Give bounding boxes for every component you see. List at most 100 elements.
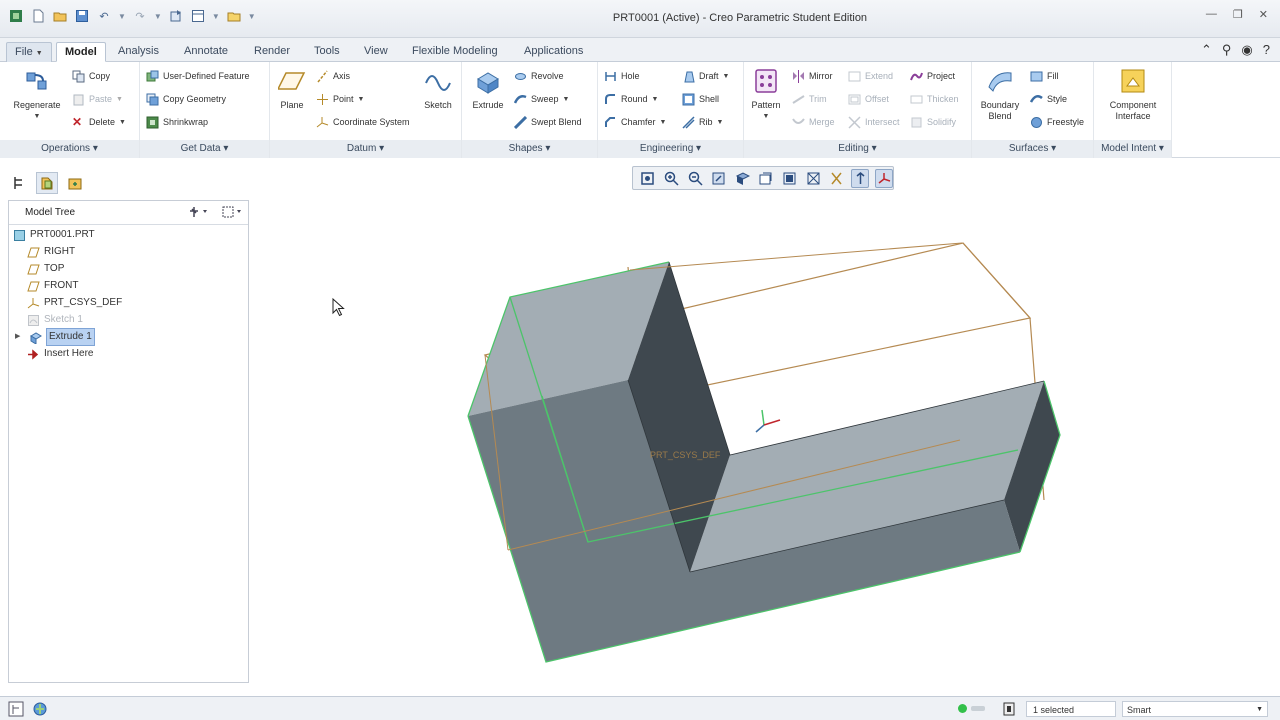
group-operations-label[interactable]: Operations ▾ (0, 140, 139, 158)
coordinate-system-button[interactable]: Coordinate System (316, 114, 410, 130)
round-button[interactable]: Round ▼ (604, 91, 658, 107)
selection-buffer-icon[interactable] (1002, 701, 1016, 720)
regenerate-button[interactable]: Regenerate ▼ (12, 66, 62, 122)
repaint-icon[interactable] (710, 169, 728, 188)
hole-button[interactable]: Hole (604, 68, 640, 84)
group-datum-label[interactable]: Datum ▾ (270, 140, 461, 158)
copy-geometry-button[interactable]: Copy Geometry (146, 91, 226, 107)
extrude-solid[interactable] (467, 261, 1061, 663)
copy-button[interactable]: Copy (72, 68, 110, 84)
project-button[interactable]: Project (910, 68, 955, 84)
search-icon[interactable]: ⚲ (1222, 42, 1232, 58)
extrude-button[interactable]: Extrude (464, 66, 512, 111)
point-button[interactable]: Point ▼ (316, 91, 364, 107)
style-button[interactable]: Style (1029, 91, 1067, 107)
selected-count[interactable]: 1 selected (1026, 701, 1116, 717)
sweep-label: Sweep (531, 94, 559, 104)
chamfer-button[interactable]: Chamfer ▼ (604, 114, 666, 130)
tree-item-sketch[interactable]: Sketch 1 (27, 312, 83, 328)
group-model-intent-label[interactable]: Model Intent ▾ (1094, 140, 1171, 158)
tree-item-right[interactable]: RIGHT (27, 244, 75, 260)
boundary-blend-button[interactable]: Boundary Blend (974, 66, 1026, 122)
group-surfaces-label[interactable]: Surfaces ▾ (972, 140, 1093, 158)
annotation-display-icon[interactable] (851, 168, 870, 188)
saved-orientations-icon[interactable] (757, 169, 775, 188)
user-defined-feature-button[interactable]: User-Defined Feature (146, 68, 250, 84)
display-style-icon[interactable] (733, 169, 751, 188)
status-left-icons (8, 701, 48, 720)
group-engineering-label[interactable]: Engineering ▾ (598, 140, 743, 158)
zoom-out-icon[interactable] (686, 169, 704, 188)
sketch-button[interactable]: Sketch (418, 66, 458, 111)
tree-item-label: PRT_CSYS_DEF (44, 297, 123, 308)
pattern-button[interactable]: Pattern ▼ (744, 66, 788, 122)
selection-filter-dropdown[interactable]: Smart ▼ (1122, 701, 1268, 717)
show-navigator-icon[interactable] (8, 701, 24, 720)
freestyle-button[interactable]: Freestyle (1030, 114, 1084, 130)
draft-button[interactable]: Draft ▼ (682, 68, 729, 84)
refit-icon[interactable] (639, 169, 657, 188)
spin-center-icon[interactable] (875, 168, 893, 188)
datum-display-filters-icon[interactable] (828, 169, 846, 188)
help-center-icon[interactable]: ◉ (1241, 42, 1252, 58)
delete-button[interactable]: ✕ Delete ▼ (72, 114, 126, 130)
tree-item-insert-here[interactable]: Insert Here (27, 346, 93, 362)
zoom-in-icon[interactable] (663, 169, 681, 188)
group-shapes-label[interactable]: Shapes ▾ (462, 140, 597, 158)
tree-item-part[interactable]: PRT0001.PRT (13, 227, 95, 243)
tab-annotate[interactable]: Annotate (176, 42, 236, 62)
extend-button[interactable]: Extend (848, 68, 893, 84)
expand-arrow-icon[interactable]: ▶ (15, 329, 25, 345)
paste-button[interactable]: Paste ▼ (72, 91, 123, 107)
extrude-label: Extrude (472, 100, 504, 110)
graphics-area[interactable]: PRT_CSYS_DEF (256, 196, 1272, 686)
tree-item-csys[interactable]: PRT_CSYS_DEF (27, 295, 122, 311)
tree-item-top[interactable]: TOP (27, 261, 64, 277)
view-manager-icon[interactable] (781, 169, 799, 188)
trim-button[interactable]: Trim (792, 91, 827, 107)
trim-label: Trim (809, 94, 827, 104)
tree-item-front[interactable]: FRONT (27, 278, 78, 294)
tab-model[interactable]: Model (56, 42, 106, 62)
merge-button[interactable]: Merge (792, 114, 835, 130)
help-icon[interactable]: ? (1263, 42, 1270, 58)
folder-browser-tab-icon[interactable] (36, 172, 58, 194)
navigator-tabs (8, 172, 86, 194)
axis-button[interactable]: Axis (316, 68, 350, 84)
intersect-button[interactable]: Intersect (848, 114, 900, 130)
tree-item-extrude[interactable]: ▶ Extrude 1 (15, 328, 95, 346)
group-get-data-label[interactable]: Get Data ▾ (140, 140, 269, 158)
component-interface-button[interactable]: Component Interface (1100, 66, 1166, 122)
model-tree-tab-icon[interactable] (8, 172, 30, 194)
tree-show-icon[interactable] (222, 205, 242, 222)
group-editing-label[interactable]: Editing ▾ (744, 140, 971, 158)
solidify-button[interactable]: Solidify (910, 114, 956, 130)
collapse-ribbon-icon[interactable]: ⌃ (1201, 42, 1212, 58)
revolve-button[interactable]: Revolve (514, 68, 564, 84)
tab-render[interactable]: Render (246, 42, 298, 62)
close-icon[interactable]: ✕ (1259, 8, 1268, 21)
tab-flexible-modeling[interactable]: Flexible Modeling (404, 42, 506, 62)
thicken-button[interactable]: Thicken (910, 91, 959, 107)
tab-applications[interactable]: Applications (516, 42, 591, 62)
plane-button[interactable]: Plane (272, 66, 312, 111)
tab-tools[interactable]: Tools (306, 42, 348, 62)
favorites-tab-icon[interactable] (64, 172, 86, 194)
regenerate-icon (22, 66, 52, 96)
tab-view[interactable]: View (356, 42, 396, 62)
tree-settings-icon[interactable] (188, 205, 208, 222)
fill-button[interactable]: Fill (1030, 68, 1059, 84)
tab-file[interactable]: File ▼ (6, 42, 52, 62)
shell-button[interactable]: Shell (682, 91, 719, 107)
mirror-button[interactable]: Mirror (792, 68, 833, 84)
swept-blend-button[interactable]: Swept Blend (513, 114, 582, 130)
shrinkwrap-button[interactable]: Shrinkwrap (146, 114, 208, 130)
tab-analysis[interactable]: Analysis (110, 42, 167, 62)
restore-icon[interactable]: ❐ (1233, 8, 1243, 21)
sweep-button[interactable]: Sweep ▼ (513, 91, 569, 107)
minimize-icon[interactable]: — (1206, 8, 1217, 21)
show-browser-icon[interactable] (32, 701, 48, 720)
offset-button[interactable]: Offset (848, 91, 889, 107)
rib-button[interactable]: Rib ▼ (682, 114, 723, 130)
perspective-view-icon[interactable] (804, 169, 822, 188)
